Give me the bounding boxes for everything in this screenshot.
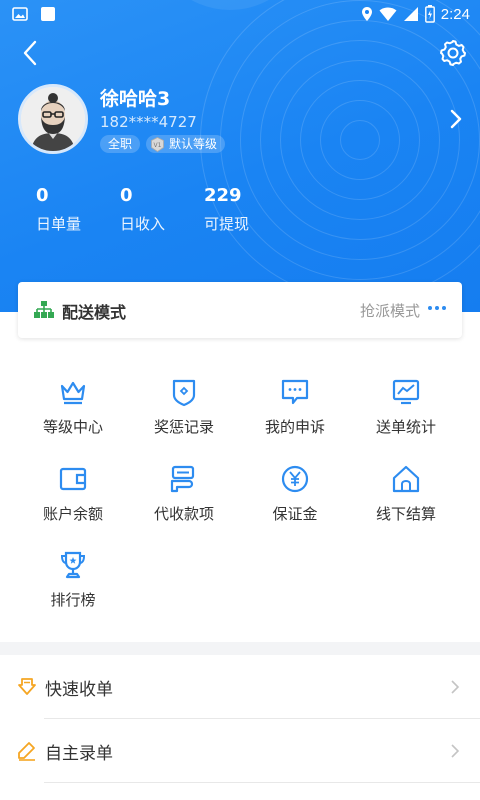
- more-dots-icon[interactable]: [428, 306, 446, 310]
- stat-withdrawable[interactable]: 229 可提现: [204, 185, 249, 234]
- download-order-icon: [18, 678, 36, 695]
- back-arrow-icon[interactable]: [16, 38, 46, 68]
- settings-gear-icon[interactable]: [438, 38, 468, 68]
- level-label: 默认等级: [169, 137, 218, 151]
- image-notification-icon: [12, 7, 28, 21]
- house-icon: [392, 465, 420, 493]
- avatar-portrait-illustration: [21, 87, 85, 151]
- stat-label: 可提现: [204, 215, 250, 233]
- stat-daily-orders[interactable]: 0 日单量: [36, 185, 81, 234]
- user-badges: 全职 V1 默认等级: [100, 135, 226, 153]
- profile-header: [0, 0, 480, 312]
- chevron-right-icon[interactable]: [446, 106, 466, 132]
- shield-badge-icon: [172, 379, 196, 407]
- level-medal-icon: V1: [151, 136, 164, 152]
- user-name: 徐哈哈3: [100, 88, 171, 110]
- battery-charging-icon: [424, 5, 435, 23]
- app-notification-icon: [41, 7, 55, 21]
- menu-offline-settlement[interactable]: 线下结算: [351, 464, 461, 524]
- status-time: 2:24: [440, 5, 470, 23]
- delivery-mode-value: 抢派模式: [359, 302, 420, 320]
- menu-delivery-stats[interactable]: 送单统计: [351, 377, 461, 437]
- chevron-right-icon: [451, 744, 460, 758]
- list-label: 快速收单: [45, 680, 113, 700]
- status-bar: 2:24: [0, 0, 480, 30]
- list-item-manual-entry[interactable]: 自主录单: [0, 719, 480, 783]
- delivery-mode-card[interactable]: 配送模式 抢派模式: [18, 282, 462, 338]
- chevron-right-icon: [451, 680, 460, 694]
- location-icon: [361, 7, 372, 21]
- stat-value: 0: [36, 185, 49, 206]
- menu-label: 我的申诉: [264, 418, 325, 436]
- list-item-quick-receive[interactable]: 快速收单: [0, 655, 480, 719]
- pencil-icon: [18, 742, 35, 761]
- user-avatar[interactable]: [18, 84, 88, 154]
- menu-label: 奖惩记录: [153, 418, 214, 436]
- menu-label: 等级中心: [42, 418, 103, 436]
- stat-label: 日收入: [120, 215, 166, 233]
- level-badge: V1 默认等级: [146, 135, 226, 153]
- job-type-label: 全职: [108, 137, 133, 151]
- card-collect-icon: [170, 465, 195, 493]
- list-label: 自主录单: [45, 744, 113, 764]
- menu-label: 账户余额: [42, 505, 103, 523]
- menu-level-center[interactable]: 等级中心: [18, 377, 128, 437]
- divider: [44, 782, 480, 783]
- menu-leaderboard[interactable]: 排行榜: [18, 550, 128, 610]
- svg-text:V1: V1: [154, 142, 162, 149]
- menu-account-balance[interactable]: 账户余额: [18, 464, 128, 524]
- menu-label: 线下结算: [375, 505, 436, 523]
- org-chart-icon: [34, 301, 54, 318]
- menu-deposit[interactable]: 保证金: [240, 464, 350, 524]
- wallet-icon: [59, 467, 87, 491]
- stat-label: 日单量: [36, 215, 82, 233]
- menu-label: 送单统计: [375, 418, 436, 436]
- user-phone: 182****4727: [100, 113, 197, 131]
- job-type-badge: 全职: [100, 135, 141, 153]
- trophy-icon: [60, 551, 86, 579]
- menu-label: 排行榜: [50, 591, 96, 609]
- crown-icon: [60, 381, 86, 405]
- menu-label: 代收款项: [153, 505, 214, 523]
- menu-collection-payments[interactable]: 代收款项: [129, 464, 239, 524]
- menu-my-appeals[interactable]: 我的申诉: [240, 377, 350, 437]
- menu-reward-penalty[interactable]: 奖惩记录: [129, 377, 239, 437]
- chat-bubble-icon: [281, 379, 309, 405]
- wifi-icon: [379, 7, 397, 21]
- stat-value: 229: [204, 185, 242, 206]
- action-list: 快速收单 自主录单: [0, 655, 480, 800]
- stat-daily-income[interactable]: 0 日收入: [120, 185, 165, 234]
- yen-coin-icon: [281, 465, 309, 493]
- menu-label: 保证金: [272, 505, 318, 523]
- cell-signal-icon: [403, 7, 418, 21]
- chart-monitor-icon: [392, 379, 420, 405]
- delivery-mode-title: 配送模式: [62, 303, 127, 322]
- stat-value: 0: [120, 185, 133, 206]
